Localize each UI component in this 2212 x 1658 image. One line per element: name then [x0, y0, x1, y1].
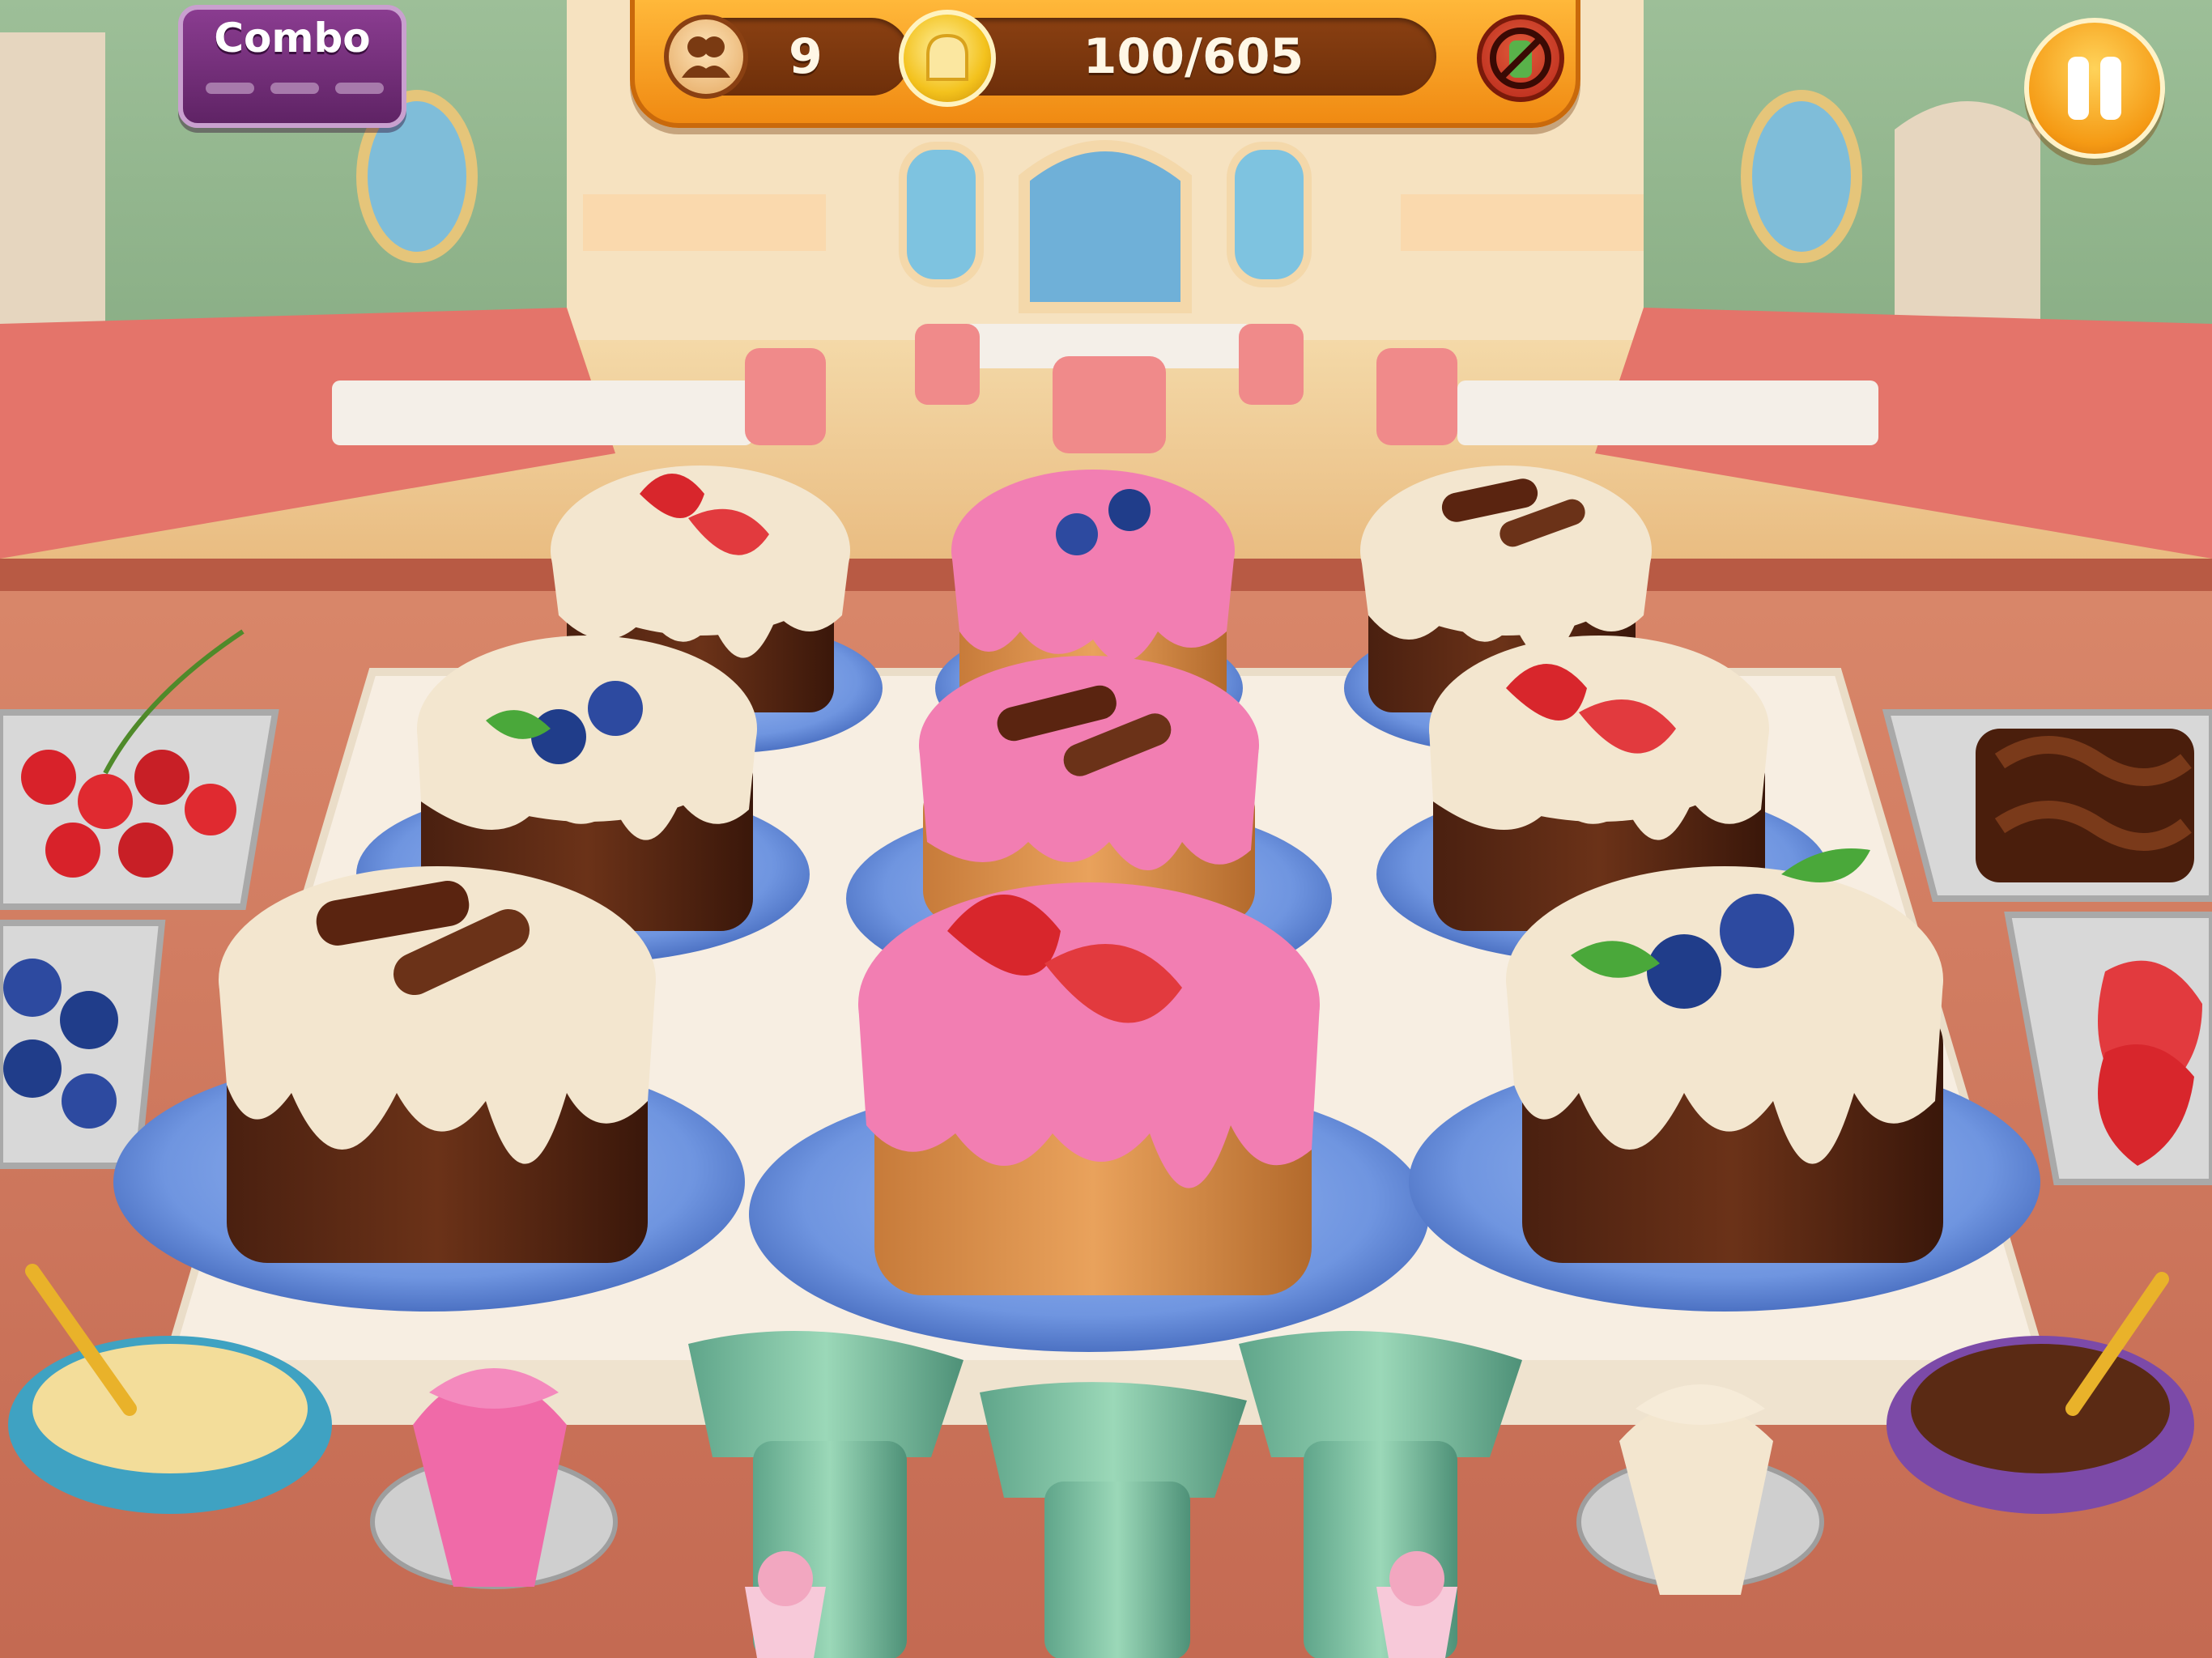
coin-progress-text: 100/605 [1083, 28, 1304, 85]
combo-dash-2 [270, 83, 319, 94]
no-booster-icon[interactable] [1477, 15, 1564, 102]
customers-icon [664, 15, 748, 99]
coin-progress: 100/605 [899, 10, 1436, 107]
combo-dash-1 [206, 83, 254, 94]
combo-label: Combo [214, 15, 371, 62]
back-windows [899, 140, 1312, 313]
customers-counter: 9 [664, 15, 910, 99]
kitchen-scene [0, 0, 2212, 1658]
top-status-bar: 9 100/605 [630, 0, 1580, 128]
customers-count: 9 [789, 28, 823, 85]
chocolate-curl-tray[interactable] [1882, 709, 2212, 902]
combo-dash-3 [335, 83, 384, 94]
pause-button[interactable] [2024, 18, 2165, 159]
blueberry-tray[interactable] [0, 920, 166, 1169]
combo-meter: Combo [178, 5, 406, 128]
portrait-right [1741, 90, 1862, 263]
